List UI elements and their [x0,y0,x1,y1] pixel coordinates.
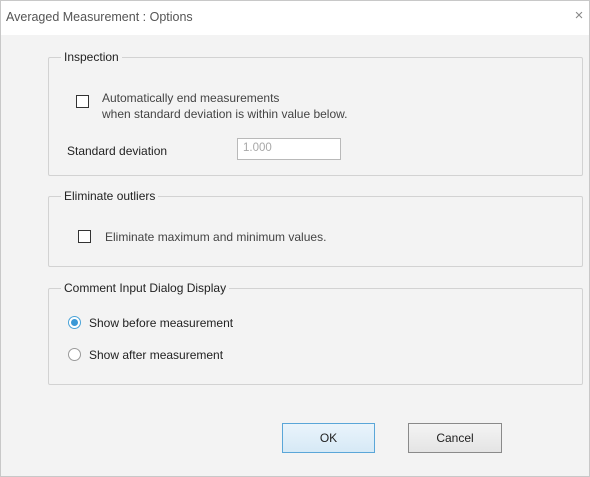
title-bar: Averaged Measurement : Options × [1,1,589,35]
radio-show-after[interactable] [68,348,81,361]
auto-end-label-line2: when standard deviation is within value … [102,107,348,121]
options-dialog: Averaged Measurement : Options × Inspect… [0,0,590,477]
auto-end-label-line1: Automatically end measurements [102,91,280,105]
radio-show-after-label[interactable]: Show after measurement [89,348,223,362]
comment-dialog-group-title: Comment Input Dialog Display [61,281,230,295]
inspection-group: Inspection Automatically end measurement… [48,50,583,176]
std-dev-label: Standard deviation [67,144,168,158]
window-title: Averaged Measurement : Options [6,10,193,24]
comment-dialog-group: Comment Input Dialog Display Show before… [48,281,583,385]
std-dev-input[interactable]: 1.000 [237,138,341,160]
outliers-group: Eliminate outliers Eliminate maximum and… [48,189,583,267]
eliminate-outliers-label: Eliminate maximum and minimum values. [105,230,327,244]
radio-show-before[interactable] [68,316,81,329]
outliers-group-title: Eliminate outliers [61,189,159,203]
eliminate-outliers-checkbox[interactable] [78,230,91,243]
inspection-group-title: Inspection [61,50,122,64]
cancel-button[interactable]: Cancel [408,423,502,453]
ok-button[interactable]: OK [282,423,375,453]
close-icon[interactable]: × [571,7,587,25]
auto-end-checkbox[interactable] [76,95,89,108]
radio-show-before-label[interactable]: Show before measurement [89,316,233,330]
